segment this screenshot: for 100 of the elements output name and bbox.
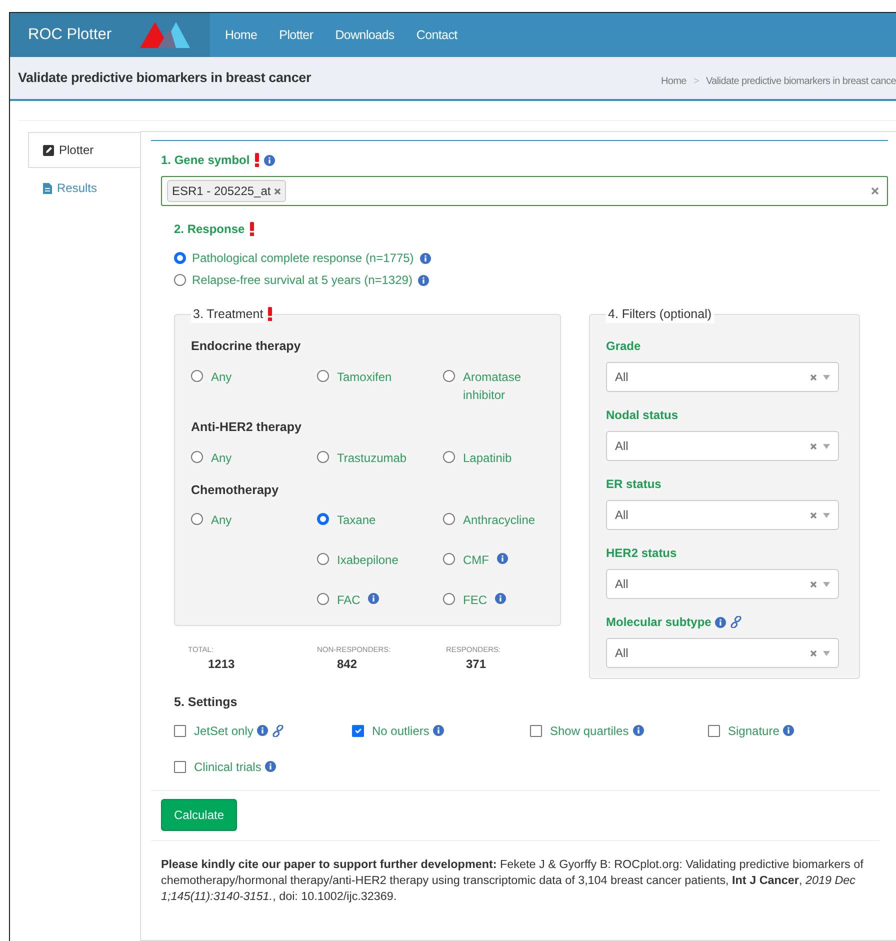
radio-label[interactable]: Any [211,448,232,466]
nav-link[interactable]: Contact [405,13,468,57]
clear-icon[interactable] [871,187,879,195]
radio-label[interactable]: Relapse-free survival at 5 years (n=1329) [192,271,412,289]
filter-select[interactable]: All [606,362,839,392]
doi-link[interactable]: doi: 10.1002/ijc.32369 [279,890,394,903]
radio-label[interactable]: Anthracycline [463,511,536,530]
caret-icon [823,650,830,656]
info-icon[interactable] [265,761,276,772]
info-icon[interactable] [783,725,794,736]
radio-button[interactable] [174,252,186,264]
caret-icon [823,582,830,586]
filter-label: Nodal status [606,407,678,424]
info-icon[interactable] [497,553,508,564]
caret-icon [823,444,830,448]
info-icon[interactable] [264,154,275,166]
filter-select[interactable]: All [606,638,839,668]
radio-button[interactable] [174,274,186,286]
brand-name[interactable]: ROC Plotter [28,23,112,47]
breadcrumb-link[interactable]: Validate predictive biomarkers in breast cance [706,76,896,86]
filter-label: Grade [606,338,641,355]
gene-search-field[interactable]: ESR1 - 205225_at [161,176,888,206]
radio-button[interactable] [317,450,329,462]
radio-label[interactable]: Any [211,511,232,530]
filter-label: HER2 status [606,545,677,562]
clear-icon[interactable] [810,374,817,380]
info-icon[interactable] [368,593,380,604]
clear-icon[interactable] [810,512,817,518]
group-heading: Endocrine therapy [191,338,302,355]
checkbox[interactable] [530,724,542,737]
edit-icon [43,144,54,156]
radio-label[interactable]: Any [211,368,232,386]
radio-label[interactable]: FEC [463,591,487,610]
clear-icon[interactable] [810,442,817,450]
radio-button[interactable] [191,450,203,462]
radio-label[interactable]: Taxane [337,511,376,530]
calculate-button[interactable]: Calculate [161,798,238,831]
stat-value: 1213 [207,656,236,674]
caret-icon [823,374,830,380]
breadcrumb-link[interactable]: Home [660,76,686,86]
filter-label: Molecular subtype [606,614,712,631]
side-tab[interactable]: Plotter [28,132,140,168]
radio-button[interactable] [317,513,329,526]
page-title: Validate predictive biomarkers in breast cancer [18,70,311,86]
group-heading: Chemotherapy [191,482,280,499]
side-tab[interactable]: Results [28,170,140,206]
radio-button[interactable] [191,513,203,526]
radio-label[interactable]: Aromatase inhibitor [463,368,543,404]
stat-value: 842 [336,656,358,674]
info-icon[interactable] [632,725,644,736]
radio-button[interactable] [443,450,455,462]
info-icon[interactable] [420,252,431,264]
radio-label[interactable]: Trastuzumab [337,448,407,466]
radio-label[interactable]: Ixabepilone [337,551,398,570]
filter-select[interactable]: All [606,500,839,530]
checkbox-label[interactable]: No outliers [372,722,430,740]
document-icon [43,182,52,194]
radio-button[interactable] [443,513,455,526]
info-icon[interactable] [418,274,430,286]
checkbox-label[interactable]: Show quartiles [550,722,629,740]
info-icon[interactable] [715,616,726,628]
filter-select[interactable]: All [606,431,839,461]
section-label: 1. Gene symbol [161,152,250,169]
nav-link[interactable]: Home [214,13,268,57]
radio-label[interactable]: CMF [463,551,489,570]
radio-label[interactable]: Pathological complete response (n=1775) [192,249,414,267]
info-icon[interactable] [433,725,444,736]
clear-icon[interactable] [810,650,817,656]
info-icon[interactable] [495,593,506,604]
radio-label[interactable]: FAC [337,591,360,610]
radio-button[interactable] [443,553,455,566]
group-heading: Anti-HER2 therapy [191,418,302,436]
radio-button[interactable] [317,370,329,382]
checkbox-label[interactable]: Clinical trials [194,758,262,776]
checkbox-label[interactable]: Signature [728,722,780,740]
radio-label[interactable]: Lapatinib [463,448,512,466]
info-icon[interactable] [257,725,268,736]
stat-value: 371 [465,656,488,674]
radio-label[interactable]: Tamoxifen [337,368,392,386]
checkbox[interactable] [352,724,364,737]
checkbox[interactable] [708,724,720,737]
checkbox-label[interactable]: JetSet only [194,722,254,740]
logo-icon [140,20,190,50]
checkbox[interactable] [174,724,186,737]
link-icon[interactable] [730,616,742,628]
clear-icon[interactable] [810,580,817,588]
nav-link[interactable]: Downloads [324,13,406,57]
radio-button[interactable] [317,593,329,606]
nav-link[interactable]: Plotter [268,13,324,57]
radio-button[interactable] [317,553,329,566]
section-label: 5. Settings [174,694,238,711]
radio-button[interactable] [443,593,455,606]
radio-button[interactable] [443,370,455,382]
caret-icon [823,512,830,518]
checkbox[interactable] [174,760,186,773]
filter-select[interactable]: All [606,569,839,599]
radio-button[interactable] [191,370,203,382]
filter-label: ER status [606,476,662,493]
link-icon[interactable] [272,724,284,737]
remove-icon[interactable] [274,188,281,194]
